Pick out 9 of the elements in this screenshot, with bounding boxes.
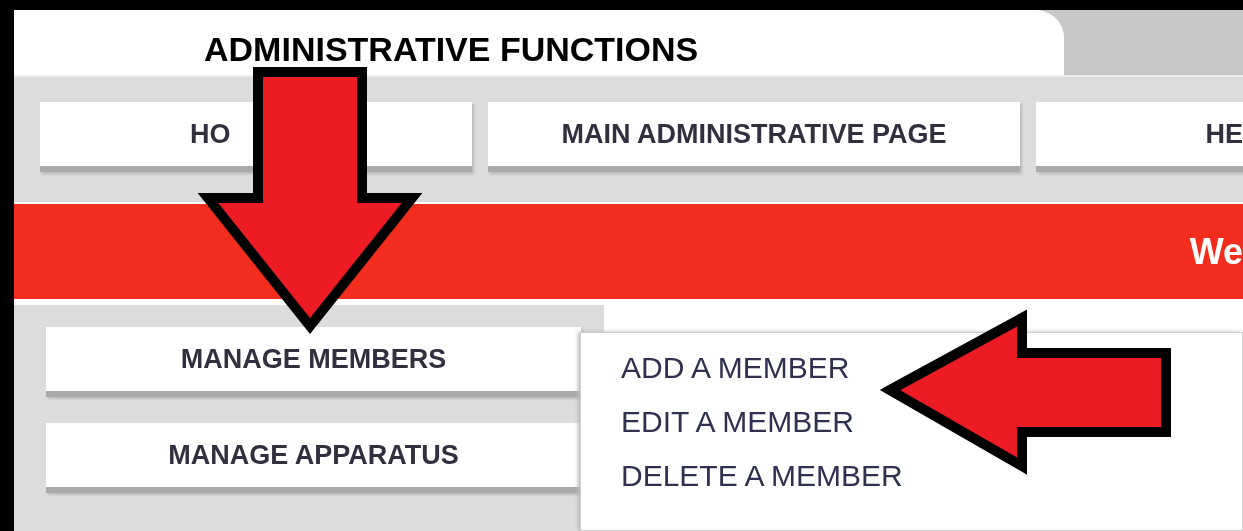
banner-text: We — [1189, 230, 1243, 273]
nav-button[interactable]: MAIN ADMINISTRATIVE PAGE — [488, 102, 1020, 172]
menu-item[interactable]: DELETE A MEMBER — [621, 459, 1242, 493]
menu-item[interactable]: EDIT A MEMBER — [621, 405, 1242, 439]
page-tab[interactable]: ADMINISTRATIVE FUNCTIONS — [14, 10, 1064, 75]
menu-button[interactable]: MANAGE APPARATUS — [46, 423, 581, 493]
menu-button[interactable]: MANAGE MEMBERS — [46, 327, 581, 397]
nav-button[interactable]: HE — [1036, 102, 1243, 172]
menu-item[interactable]: ADD A MEMBER — [621, 351, 1242, 385]
